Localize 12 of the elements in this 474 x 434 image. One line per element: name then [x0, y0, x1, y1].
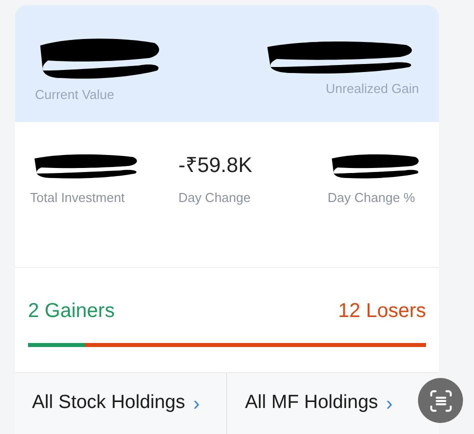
losers-count: 12 Losers: [338, 299, 426, 324]
current-value-label: Current Value: [35, 86, 116, 104]
holdings-link[interactable]: All MF Holdings ›: [245, 388, 393, 418]
stat-label: Day Change: [178, 189, 252, 207]
stat-label: Day Change %: [328, 189, 416, 207]
unrealized-gain-label: Unrealized Gain: [326, 80, 419, 98]
holdings-link[interactable]: All Stock Holdings ›: [32, 388, 200, 418]
stat-value: -₹59.8K: [178, 153, 252, 180]
stat-label: Total Investment: [30, 189, 126, 207]
gainers-count: 2 Gainers: [28, 299, 115, 324]
scan-text-icon: [428, 388, 454, 414]
scan-text-button[interactable]: [418, 378, 463, 423]
